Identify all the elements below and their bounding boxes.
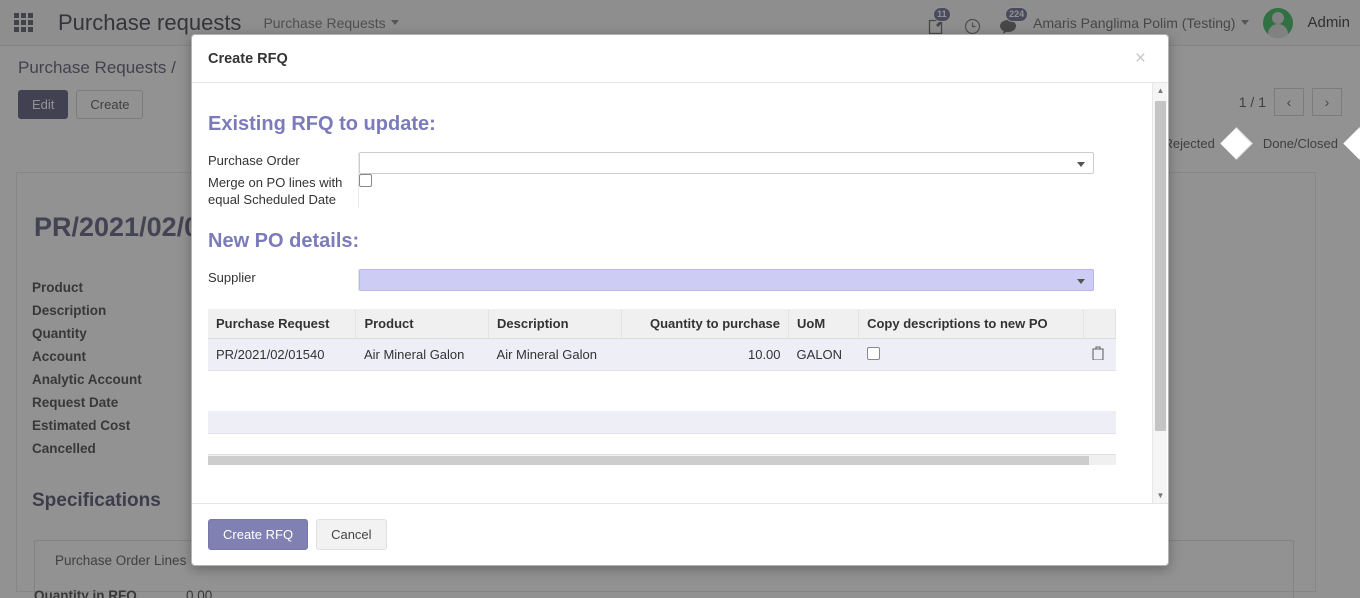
- cell-empty: [208, 411, 1116, 434]
- cell-quantity: 10.00: [621, 338, 789, 371]
- col-copy-descriptions: Copy descriptions to new PO: [858, 309, 1085, 339]
- cell-uom: GALON: [788, 338, 859, 371]
- form-row-supplier: Supplier: [208, 269, 1132, 291]
- col-purchase-request: Purchase Request: [208, 309, 357, 339]
- form-row-purchase-order: Purchase Order: [208, 152, 1132, 174]
- merge-on-po-lines-label: Merge on PO lines with equal Scheduled D…: [208, 174, 359, 208]
- cell-purchase-request: PR/2021/02/01540: [208, 338, 356, 371]
- dialog-body-inner: Existing RFQ to update: Purchase Order M…: [192, 83, 1152, 503]
- dialog-footer: Create RFQ Cancel: [192, 503, 1168, 565]
- existing-rfq-form: Purchase Order Merge on PO lines with eq…: [208, 152, 1132, 208]
- table-row[interactable]: [208, 411, 1116, 434]
- table-filler-row: [208, 371, 1116, 393]
- scrollbar-thumb[interactable]: [1155, 101, 1166, 431]
- merge-on-po-lines-checkbox[interactable]: [358, 174, 372, 187]
- table-row[interactable]: PR/2021/02/01540 Air Mineral Galon Air M…: [208, 338, 1116, 371]
- dialog-body: Existing RFQ to update: Purchase Order M…: [192, 83, 1168, 503]
- supplier-select[interactable]: [358, 269, 1094, 291]
- table-header-row: Purchase Request Product Description Qua…: [208, 309, 1116, 339]
- cell-product: Air Mineral Galon: [355, 338, 489, 371]
- purchase-order-label: Purchase Order: [208, 152, 359, 174]
- scroll-up-icon[interactable]: ▲: [1153, 83, 1168, 98]
- create-rfq-dialog: Create RFQ × Existing RFQ to update: Pur…: [191, 34, 1169, 566]
- col-actions: [1083, 309, 1116, 339]
- dialog-title: Create RFQ: [208, 50, 288, 67]
- create-rfq-button[interactable]: Create RFQ: [208, 519, 309, 550]
- close-icon[interactable]: ×: [1129, 48, 1152, 69]
- section-title-new-po: New PO details:: [208, 230, 360, 252]
- form-row-merge: Merge on PO lines with equal Scheduled D…: [208, 174, 1132, 208]
- purchase-order-select[interactable]: [358, 152, 1094, 174]
- supplier-label: Supplier: [208, 269, 359, 291]
- request-lines-empty-table: [208, 411, 1116, 434]
- col-quantity-to-purchase: Quantity to purchase: [621, 309, 790, 339]
- new-po-form: Supplier: [208, 269, 1132, 291]
- cell-description: Air Mineral Galon: [488, 338, 622, 371]
- vertical-scrollbar[interactable]: ▲ ▼: [1152, 83, 1167, 503]
- col-product: Product: [355, 309, 490, 339]
- col-uom: UoM: [788, 309, 860, 339]
- copy-description-checkbox[interactable]: [866, 346, 880, 360]
- horizontal-scrollbar[interactable]: [208, 453, 1116, 465]
- dialog-header: Create RFQ ×: [192, 35, 1168, 83]
- scroll-down-icon[interactable]: ▼: [1153, 488, 1168, 503]
- col-description: Description: [488, 309, 622, 339]
- screen: Purchase requests Purchase Requests 11 2…: [0, 0, 1360, 598]
- section-title-existing-rfq: Existing RFQ to update:: [208, 113, 436, 135]
- cancel-button[interactable]: Cancel: [316, 519, 387, 550]
- request-lines-table: Purchase Request Product Description Qua…: [208, 309, 1116, 371]
- trash-icon[interactable]: [1092, 346, 1104, 363]
